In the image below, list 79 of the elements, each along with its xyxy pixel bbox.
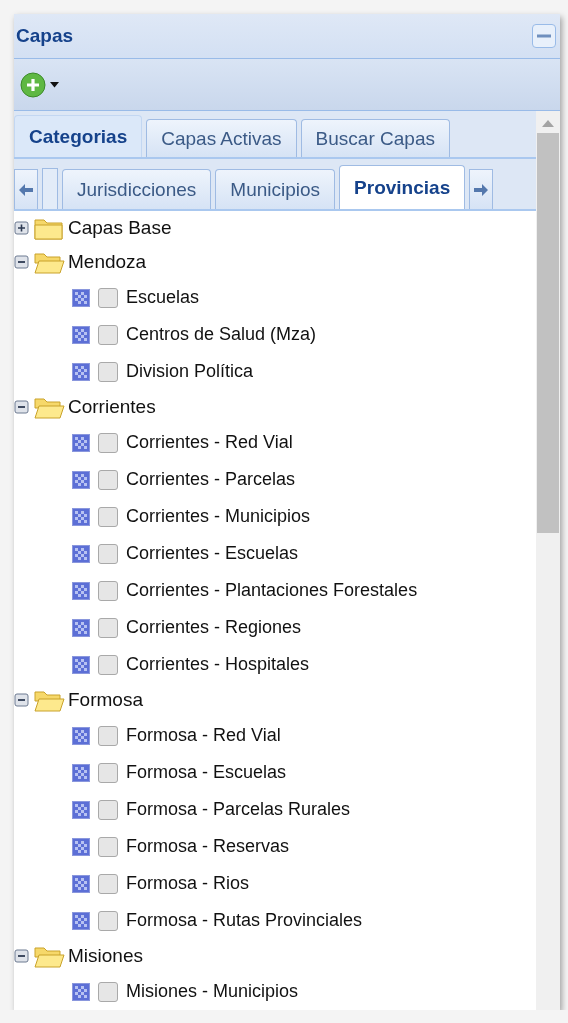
layer-label: Escuelas bbox=[126, 287, 200, 308]
layer-pattern-icon bbox=[72, 618, 90, 637]
layer-pattern-icon bbox=[72, 911, 90, 930]
tab[interactable]: Buscar Capas bbox=[300, 119, 450, 157]
add-icon bbox=[20, 71, 46, 98]
collapse-icon[interactable] bbox=[14, 399, 30, 415]
checkbox[interactable] bbox=[98, 762, 118, 783]
layer-label: Formosa - Reservas bbox=[126, 836, 290, 857]
checkbox[interactable] bbox=[98, 287, 118, 308]
scroll-right-button[interactable] bbox=[469, 169, 494, 209]
checkbox[interactable] bbox=[98, 836, 118, 857]
expand-icon[interactable] bbox=[14, 220, 30, 236]
checkbox[interactable] bbox=[98, 617, 118, 638]
layer-label: Corrientes - Escuelas bbox=[126, 543, 299, 564]
minus-icon bbox=[537, 34, 551, 38]
layer-pattern-icon bbox=[72, 362, 90, 381]
layer-label: Corrientes - Hospitales bbox=[126, 654, 310, 675]
layer-label: Centros de Salud (Mza) bbox=[126, 324, 317, 345]
layer-pattern-icon bbox=[72, 874, 90, 893]
layer-pattern-icon bbox=[72, 433, 90, 452]
checkbox[interactable] bbox=[98, 873, 118, 894]
checkbox[interactable] bbox=[98, 580, 118, 601]
layer-label: Corrientes - Parcelas bbox=[126, 469, 296, 490]
collapse-button[interactable] bbox=[532, 24, 556, 48]
folder-label[interactable]: Corrientes bbox=[68, 396, 156, 418]
layer-label: Division Política bbox=[126, 361, 254, 382]
tab[interactable]: Capas Activas bbox=[146, 119, 297, 157]
scrollbar-thumb[interactable] bbox=[537, 133, 559, 533]
layer-label: Formosa - Parcelas Rurales bbox=[126, 799, 351, 820]
checkbox[interactable] bbox=[98, 981, 118, 1002]
add-layer-button[interactable] bbox=[18, 69, 61, 100]
layer-label: Corrientes - Plantaciones Forestales bbox=[126, 580, 418, 601]
collapse-icon[interactable] bbox=[14, 948, 30, 964]
checkbox[interactable] bbox=[98, 910, 118, 931]
checkbox[interactable] bbox=[98, 469, 118, 490]
layer-pattern-icon bbox=[72, 581, 90, 600]
tab[interactable]: Jurisdicciones bbox=[62, 169, 212, 209]
left-arrow-icon bbox=[19, 183, 33, 196]
layer-pattern-icon bbox=[72, 726, 90, 745]
checkbox[interactable] bbox=[98, 432, 118, 453]
layer-label: Formosa - Rios bbox=[126, 873, 250, 894]
layer-pattern-icon bbox=[72, 837, 90, 856]
folder-label[interactable]: Formosa bbox=[68, 689, 143, 711]
checkbox[interactable] bbox=[98, 654, 118, 675]
layer-pattern-icon bbox=[72, 288, 90, 307]
layer-label: Corrientes - Municipios bbox=[126, 506, 311, 527]
collapse-icon[interactable] bbox=[14, 254, 30, 270]
layer-pattern-icon bbox=[72, 544, 90, 563]
checkbox[interactable] bbox=[98, 543, 118, 564]
layer-pattern-icon bbox=[72, 507, 90, 526]
tab[interactable]: Categorias bbox=[14, 115, 143, 157]
folder-label[interactable]: Capas Base bbox=[68, 217, 172, 239]
layer-pattern-icon bbox=[72, 982, 90, 1001]
right-arrow-icon bbox=[474, 183, 489, 196]
layer-label: Corrientes - Red Vial bbox=[126, 432, 293, 453]
tab[interactable]: Provincias bbox=[339, 165, 466, 209]
checkbox[interactable] bbox=[98, 361, 118, 382]
layer-pattern-icon bbox=[72, 470, 90, 489]
checkbox[interactable] bbox=[98, 799, 118, 820]
folder-label[interactable]: Mendoza bbox=[68, 251, 147, 273]
scroll-up-icon[interactable] bbox=[542, 119, 554, 127]
layer-label: Corrientes - Regiones bbox=[126, 617, 302, 638]
layer-pattern-icon bbox=[72, 655, 90, 674]
layer-pattern-icon bbox=[72, 763, 90, 782]
layer-label: Formosa - Escuelas bbox=[126, 762, 287, 783]
checkbox[interactable] bbox=[98, 324, 118, 345]
tab[interactable]: Municipios bbox=[215, 169, 336, 209]
caret-icon bbox=[50, 81, 59, 88]
layer-label: Formosa - Rutas Provinciales bbox=[126, 910, 363, 931]
layer-label: Formosa - Red Vial bbox=[126, 725, 281, 746]
checkbox[interactable] bbox=[98, 725, 118, 746]
layer-pattern-icon bbox=[72, 325, 90, 344]
panel-title: Capas bbox=[16, 25, 74, 47]
checkbox[interactable] bbox=[98, 506, 118, 527]
layer-pattern-icon bbox=[72, 800, 90, 819]
collapse-icon[interactable] bbox=[14, 692, 30, 708]
scroll-left-button[interactable] bbox=[14, 169, 38, 209]
folder-label[interactable]: Misiones bbox=[68, 945, 143, 967]
layer-label: Misiones - Municipios bbox=[126, 981, 299, 1002]
